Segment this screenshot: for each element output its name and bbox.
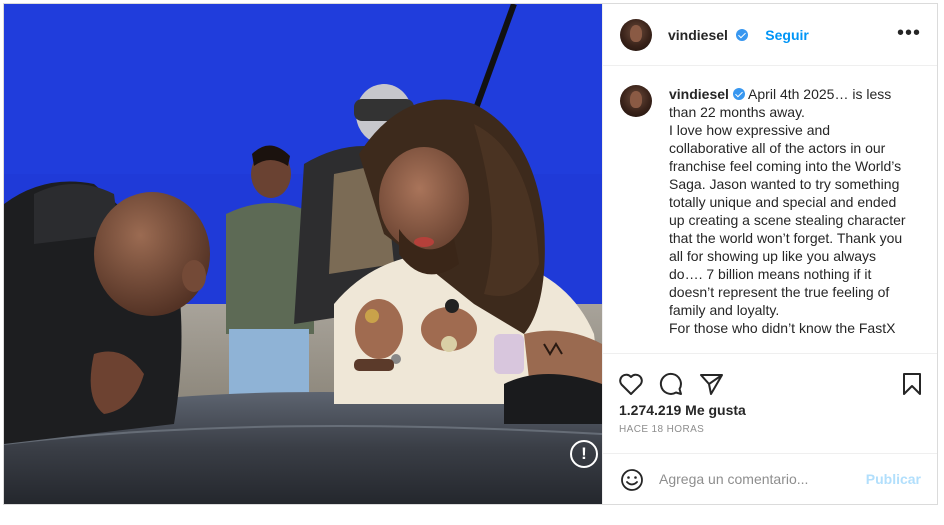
alert-icon[interactable]: ! — [570, 440, 598, 468]
username-link[interactable]: vindiesel — [668, 27, 728, 43]
caption-area[interactable]: vindiesel April 4th 2025… is less than 2… — [603, 66, 937, 354]
caption-line-3: For those who didn’t know the FastX — [669, 320, 896, 336]
verified-badge-icon — [736, 29, 749, 41]
comment-bar: Agrega un comentario... Publicar — [603, 453, 937, 504]
action-bar — [603, 356, 937, 396]
comment-input[interactable]: Agrega un comentario... — [659, 471, 808, 487]
share-icon[interactable] — [699, 372, 725, 396]
caption-avatar[interactable] — [620, 85, 652, 117]
post-photo[interactable]: ! — [4, 4, 602, 504]
header-user: vindiesel Seguir — [668, 27, 809, 45]
instagram-post-frame: ! vindiesel Seguir ••• vindiesel April 4… — [3, 3, 938, 505]
follow-button[interactable]: Seguir — [765, 27, 809, 43]
emoji-icon[interactable] — [620, 468, 644, 492]
publish-button[interactable]: Publicar — [866, 471, 921, 487]
caption-username[interactable]: vindiesel — [669, 86, 729, 102]
post-header: vindiesel Seguir ••• — [603, 4, 937, 66]
caption-verified-badge-icon — [732, 88, 745, 100]
more-options-icon[interactable]: ••• — [897, 23, 921, 43]
caption-line-2: I love how expressive and collaborative … — [669, 122, 906, 318]
caption: vindiesel April 4th 2025… is less than 2… — [669, 85, 907, 337]
save-bookmark-icon[interactable] — [901, 372, 923, 396]
avatar[interactable] — [620, 19, 652, 51]
comment-icon[interactable] — [658, 372, 684, 396]
post-timestamp[interactable]: HACE 18 HORAS — [619, 424, 704, 435]
alert-icon-mark: ! — [581, 444, 587, 463]
like-heart-icon[interactable] — [618, 372, 644, 396]
post-sidebar: vindiesel Seguir ••• vindiesel April 4th… — [602, 4, 937, 504]
likes-count[interactable]: 1.274.219 Me gusta — [619, 402, 746, 418]
post-photo-image — [4, 4, 602, 504]
